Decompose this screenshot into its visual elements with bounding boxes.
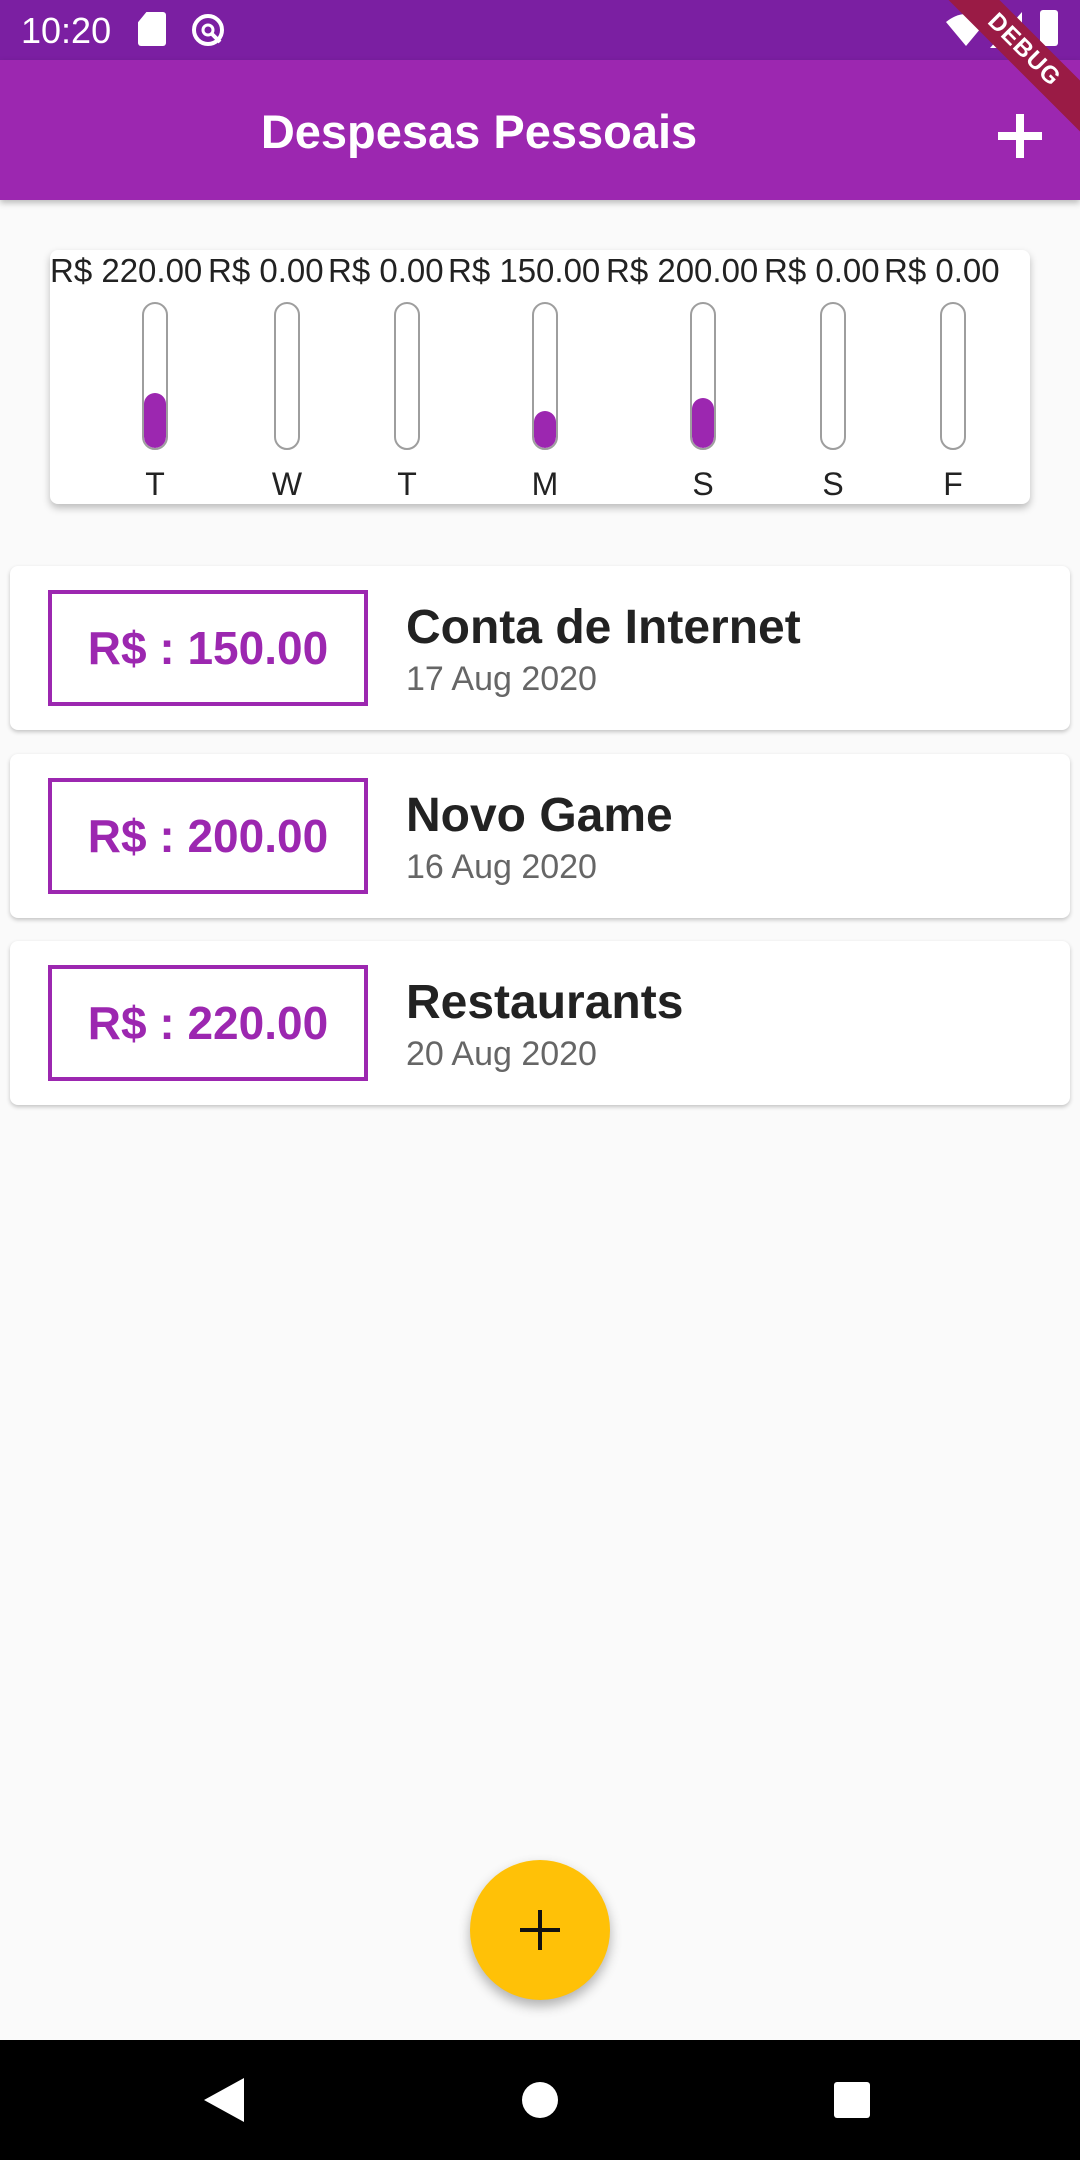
plus-icon[interactable]: [990, 106, 1050, 166]
status-bar: 10:20: [0, 0, 1080, 60]
recents-icon[interactable]: [834, 2082, 870, 2118]
bar-day: F: [943, 466, 963, 502]
transaction-card[interactable]: R$ : 150.00 Conta de Internet 17 Aug 202…: [10, 566, 1070, 730]
bar-fill: [144, 393, 166, 448]
bar-day: T: [397, 466, 417, 502]
bar-amount: R$ 0.00: [208, 252, 324, 289]
bar-fill: [692, 397, 714, 448]
bar-amount: R$ 220.00: [50, 252, 203, 289]
bar-amount: R$ 0.00: [884, 252, 1000, 289]
sd-card-icon: [138, 12, 166, 46]
bar-track: [142, 302, 168, 450]
add-transaction-fab[interactable]: [470, 1860, 610, 2000]
transaction-date: 20 Aug 2020: [406, 1035, 597, 1073]
bar-amount: R$ 0.00: [328, 252, 444, 289]
transaction-card[interactable]: R$ : 220.00 Restaurants 20 Aug 2020: [10, 941, 1070, 1105]
transaction-title: Novo Game: [406, 789, 673, 842]
transaction-title: Restaurants: [406, 976, 684, 1029]
plus-icon: [520, 1910, 560, 1950]
bar-track: [394, 302, 420, 450]
transaction-title: Conta de Internet: [406, 601, 801, 654]
bar-day: S: [822, 466, 844, 502]
home-icon[interactable]: [522, 2082, 558, 2118]
bar-track: [940, 302, 966, 450]
weekly-chart: R$ 220.00 T R$ 0.00 W R$ 0.00 T R$ 150.0…: [50, 250, 1030, 504]
transaction-date: 16 Aug 2020: [406, 848, 597, 886]
transaction-amount: R$ : 150.00: [48, 590, 368, 706]
bar-track: [532, 302, 558, 450]
bar-amount: R$ 150.00: [448, 252, 601, 289]
transaction-date: 17 Aug 2020: [406, 660, 597, 698]
status-time: 10:20: [21, 10, 112, 51]
bar-day: W: [271, 466, 303, 502]
app-title: Despesas Pessoais: [260, 105, 698, 158]
back-icon[interactable]: [204, 2078, 244, 2122]
bar-day: S: [692, 466, 714, 502]
vpn-icon: [192, 14, 224, 46]
bar-day: M: [531, 466, 559, 502]
bar-track: [820, 302, 846, 450]
bar-track: [274, 302, 300, 450]
bar-track: [690, 302, 716, 450]
battery-icon: [1040, 10, 1058, 46]
bar-fill: [534, 410, 556, 448]
app-bar: Despesas Pessoais: [0, 60, 1080, 200]
transaction-amount: R$ : 220.00: [48, 965, 368, 1081]
bar-amount: R$ 200.00: [606, 252, 759, 289]
bar-day: T: [145, 466, 165, 502]
bar-amount: R$ 0.00: [764, 252, 880, 289]
transaction-amount: R$ : 200.00: [48, 778, 368, 894]
transaction-card[interactable]: R$ : 200.00 Novo Game 16 Aug 2020: [10, 754, 1070, 918]
system-nav-bar: [0, 2040, 1080, 2160]
